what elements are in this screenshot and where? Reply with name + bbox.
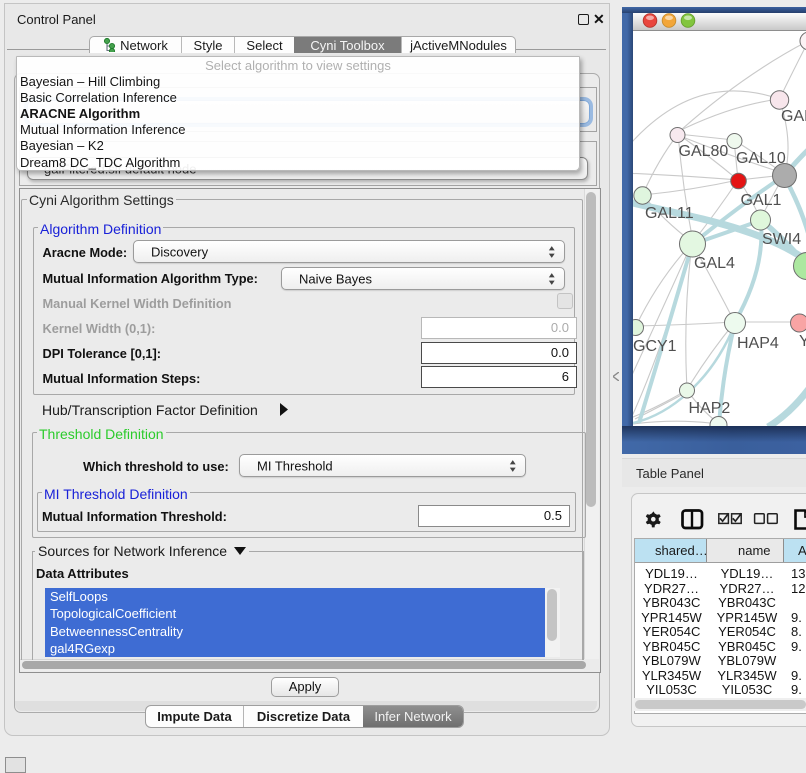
- svg-text:GAL11: GAL11: [645, 205, 694, 222]
- svg-text:GAL80: GAL80: [679, 143, 729, 160]
- svg-text:GAL1: GAL1: [741, 192, 782, 209]
- svg-text:HAP2: HAP2: [689, 400, 731, 417]
- svg-text:SWI4: SWI4: [762, 231, 801, 248]
- svg-text:Y: Y: [799, 333, 806, 350]
- svg-text:GAL10: GAL10: [736, 150, 786, 167]
- svg-text:HAP4: HAP4: [737, 335, 779, 352]
- svg-text:GAL4: GAL4: [694, 255, 735, 272]
- svg-text:GAL: GAL: [781, 108, 806, 125]
- svg-text:GCY1: GCY1: [633, 338, 677, 355]
